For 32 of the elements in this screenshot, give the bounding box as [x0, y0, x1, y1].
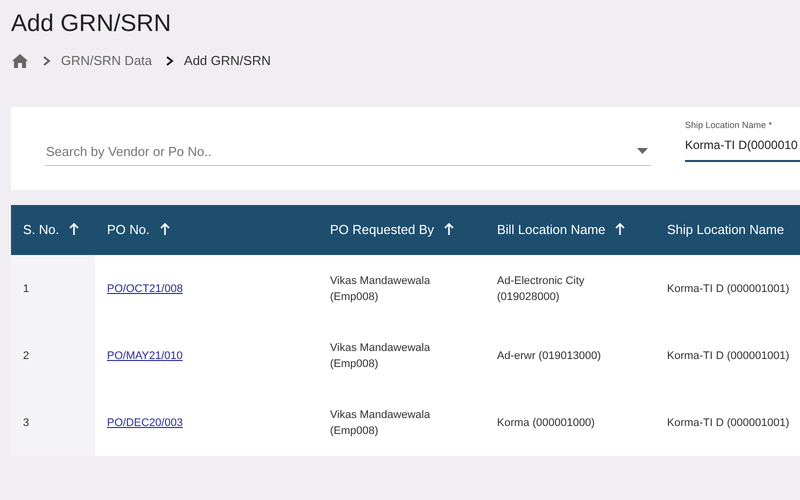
table-cell: Korma-TI D (000001001) [655, 322, 800, 389]
table-cell: Vikas Mandawewala (Emp008) [318, 255, 485, 322]
breadcrumb-link[interactable]: GRN/SRN Data [61, 51, 152, 71]
column-header[interactable]: Ship Location Name [655, 205, 800, 255]
sort-up-icon [69, 223, 80, 236]
home-icon [11, 53, 29, 69]
column-header[interactable]: Bill Location Name [485, 205, 655, 255]
sort-up-icon [444, 223, 454, 236]
po-link[interactable]: PO/MAY21/010 [107, 350, 183, 362]
chevron-right-icon [43, 56, 51, 66]
table-cell: Korma-TI D (000001001) [655, 389, 800, 456]
table-cell: 2 [11, 322, 95, 389]
chevron-right-icon [166, 56, 174, 66]
table-cell: Vikas Mandawewala (Emp008) [318, 389, 485, 456]
table-cell: Ad-Electronic City (019028000) [485, 255, 655, 322]
field-label: Ship Location Name * [685, 119, 774, 132]
table-cell: 3 [11, 389, 95, 456]
breadcrumb-current: Add GRN/SRN [184, 52, 271, 70]
column-header[interactable]: S. No. [11, 205, 95, 255]
table-cell: Ad-erwr (019013000) [485, 322, 655, 389]
po-link[interactable]: PO/DEC20/003 [107, 416, 183, 428]
sort-up-icon [615, 223, 626, 236]
table-cell: Korma-TI D (000001001) [655, 255, 800, 322]
sort-up-icon [160, 223, 170, 236]
dropdown-caret-icon [637, 148, 648, 154]
column-header[interactable]: PO Requested By [318, 205, 485, 255]
table-cell: Korma (000001000) [485, 389, 655, 456]
column-header[interactable]: PO No. [95, 205, 318, 255]
table-cell: 1 [11, 255, 95, 322]
po-link[interactable]: PO/OCT21/008 [107, 282, 183, 294]
table-cell: Vikas Mandawewala (Emp008) [318, 322, 485, 389]
page-title: Add GRN/SRN [11, 10, 172, 38]
